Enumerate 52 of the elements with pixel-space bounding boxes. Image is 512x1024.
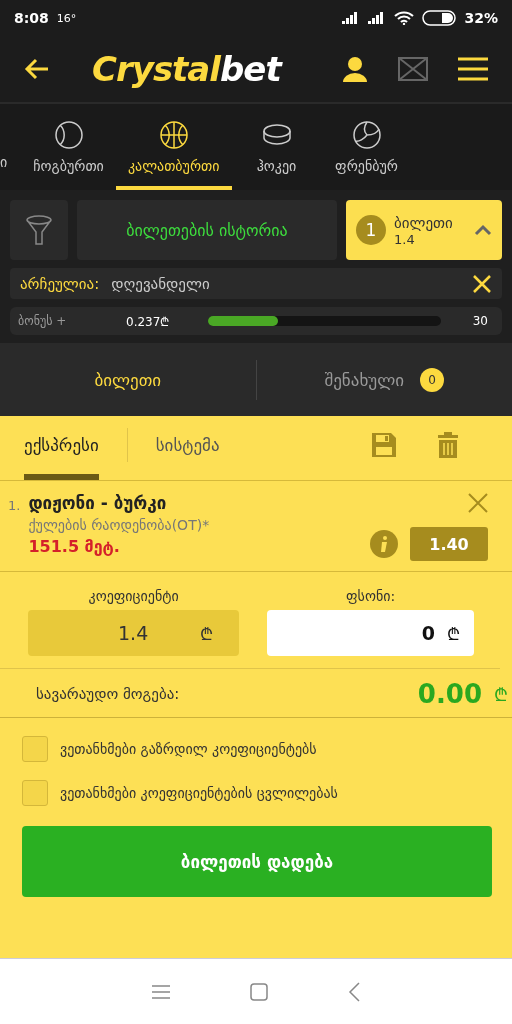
slip-tab[interactable]: შენახული 0 [256,343,512,416]
stake-label: ფსონი: [345,588,397,604]
mail-button[interactable] [398,57,428,81]
sport-tab[interactable]: ჰოკეი [231,104,322,190]
stake-field[interactable]: 0 ₾ [267,610,474,656]
back-button[interactable] [24,58,50,80]
checkbox-option[interactable]: ვეთანხმები გაზრდილ კოეფიციენტებს [22,736,490,762]
home-button-icon[interactable] [250,982,268,1001]
menu-button[interactable] [458,56,488,82]
pick-name: 151.5 მეტ. [28,537,121,556]
ball-icon [53,120,84,150]
ticket-button[interactable]: 1 ბილეთი 1.4 [346,200,502,260]
history-button[interactable]: ბილეთების ისტორია [77,200,337,260]
filter-value: დღევანდელი [111,274,211,293]
wifi-icon [394,11,415,25]
info-icon[interactable] [370,530,398,558]
odds-label: კოეფიციენტი [87,588,180,604]
bonus-label: ბონუს + [18,314,68,328]
slip-tab[interactable]: ბილეთი [0,343,256,416]
temperature: 16° [56,11,77,25]
checkbox[interactable] [22,736,48,762]
delete-icon[interactable] [438,432,458,458]
clock: 8:08 [14,10,49,26]
checkbox[interactable] [22,780,48,806]
odds-field: 1.4 ₾ [28,610,240,656]
chevron-up-icon[interactable] [474,224,492,236]
match-name: დიჟონი - ბურკი [28,493,168,513]
sport-tab[interactable]: ფრენბურ [321,104,412,190]
potential-win-value: 0.00 [417,679,482,709]
battery-icon [422,10,457,26]
filter-button[interactable] [10,200,68,260]
potential-win-label: სავარაუდო მოგება: [36,685,181,703]
sport-tab[interactable]: ი [0,104,22,190]
basketball-icon [158,120,189,150]
volleyball-icon [351,120,382,150]
filter-label: არჩეულია: [20,274,100,293]
sport-tab[interactable]: ჩოგბურთი [21,104,116,190]
selection-number: 1. [8,497,21,515]
back-icon[interactable] [348,981,360,1002]
save-icon[interactable] [372,433,396,457]
market-name: ქულების რაოდენობა(OT)* [28,517,211,533]
menu-icon[interactable] [152,983,170,1000]
funnel-icon[interactable] [26,215,52,245]
battery-level: 32% [464,10,498,26]
logo: Crystalbet [92,49,281,89]
currency-sign: ₾ [494,683,508,706]
profile-button[interactable] [342,56,368,82]
checkbox-option[interactable]: ვეთანხმები კოეფიციენტების ცვლილებას [22,780,490,806]
bet-type-tab[interactable]: სისტემა [155,416,220,480]
bonus-amount: 0.237₾ [126,313,171,330]
bet-type-tab[interactable]: ექსპრესი [24,416,99,480]
bonus-target: 30 [472,314,488,328]
